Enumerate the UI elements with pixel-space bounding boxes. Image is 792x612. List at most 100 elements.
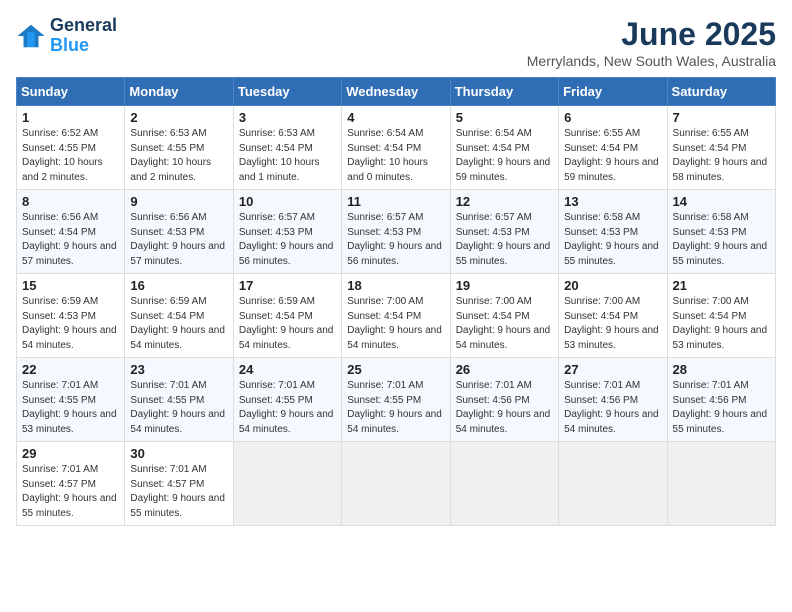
logo-line2: Blue xyxy=(50,36,117,56)
day-info: Sunrise: 7:01 AM Sunset: 4:55 PM Dayligh… xyxy=(22,379,119,437)
table-row: 18 Sunrise: 7:00 AM Sunset: 4:54 PM Dayl… xyxy=(342,274,450,358)
day-info: Sunrise: 7:01 AM Sunset: 4:56 PM Dayligh… xyxy=(673,379,770,437)
table-row: 28 Sunrise: 7:01 AM Sunset: 4:56 PM Dayl… xyxy=(667,358,775,442)
day-number: 22 xyxy=(22,362,119,377)
day-number: 2 xyxy=(130,110,227,125)
day-number: 16 xyxy=(130,278,227,293)
col-thursday: Thursday xyxy=(450,78,558,106)
day-info: Sunrise: 6:54 AM Sunset: 4:54 PM Dayligh… xyxy=(456,127,553,185)
day-number: 5 xyxy=(456,110,553,125)
day-info: Sunrise: 6:57 AM Sunset: 4:53 PM Dayligh… xyxy=(347,211,444,269)
col-tuesday: Tuesday xyxy=(233,78,341,106)
day-number: 15 xyxy=(22,278,119,293)
table-row: 23 Sunrise: 7:01 AM Sunset: 4:55 PM Dayl… xyxy=(125,358,233,442)
table-row: 9 Sunrise: 6:56 AM Sunset: 4:53 PM Dayli… xyxy=(125,190,233,274)
day-number: 17 xyxy=(239,278,336,293)
calendar-week-row: 29 Sunrise: 7:01 AM Sunset: 4:57 PM Dayl… xyxy=(17,442,776,526)
table-row xyxy=(233,442,341,526)
day-info: Sunrise: 6:56 AM Sunset: 4:53 PM Dayligh… xyxy=(130,211,227,269)
table-row: 4 Sunrise: 6:54 AM Sunset: 4:54 PM Dayli… xyxy=(342,106,450,190)
table-row: 3 Sunrise: 6:53 AM Sunset: 4:54 PM Dayli… xyxy=(233,106,341,190)
table-row xyxy=(667,442,775,526)
table-row: 8 Sunrise: 6:56 AM Sunset: 4:54 PM Dayli… xyxy=(17,190,125,274)
day-number: 12 xyxy=(456,194,553,209)
day-number: 18 xyxy=(347,278,444,293)
table-row xyxy=(559,442,667,526)
day-info: Sunrise: 6:55 AM Sunset: 4:54 PM Dayligh… xyxy=(564,127,661,185)
table-row: 20 Sunrise: 7:00 AM Sunset: 4:54 PM Dayl… xyxy=(559,274,667,358)
day-number: 23 xyxy=(130,362,227,377)
day-info: Sunrise: 6:53 AM Sunset: 4:55 PM Dayligh… xyxy=(130,127,227,185)
calendar-week-row: 22 Sunrise: 7:01 AM Sunset: 4:55 PM Dayl… xyxy=(17,358,776,442)
day-info: Sunrise: 6:54 AM Sunset: 4:54 PM Dayligh… xyxy=(347,127,444,185)
day-info: Sunrise: 7:01 AM Sunset: 4:57 PM Dayligh… xyxy=(130,463,227,521)
day-number: 10 xyxy=(239,194,336,209)
day-number: 25 xyxy=(347,362,444,377)
day-info: Sunrise: 7:00 AM Sunset: 4:54 PM Dayligh… xyxy=(347,295,444,353)
table-row: 26 Sunrise: 7:01 AM Sunset: 4:56 PM Dayl… xyxy=(450,358,558,442)
table-row: 17 Sunrise: 6:59 AM Sunset: 4:54 PM Dayl… xyxy=(233,274,341,358)
calendar-table: Sunday Monday Tuesday Wednesday Thursday… xyxy=(16,77,776,526)
day-info: Sunrise: 7:00 AM Sunset: 4:54 PM Dayligh… xyxy=(564,295,661,353)
day-number: 3 xyxy=(239,110,336,125)
calendar-week-row: 8 Sunrise: 6:56 AM Sunset: 4:54 PM Dayli… xyxy=(17,190,776,274)
day-number: 29 xyxy=(22,446,119,461)
day-number: 4 xyxy=(347,110,444,125)
table-row xyxy=(450,442,558,526)
table-row: 14 Sunrise: 6:58 AM Sunset: 4:53 PM Dayl… xyxy=(667,190,775,274)
table-row: 30 Sunrise: 7:01 AM Sunset: 4:57 PM Dayl… xyxy=(125,442,233,526)
location-subtitle: Merrylands, New South Wales, Australia xyxy=(527,53,776,69)
day-number: 13 xyxy=(564,194,661,209)
day-info: Sunrise: 7:00 AM Sunset: 4:54 PM Dayligh… xyxy=(456,295,553,353)
table-row: 24 Sunrise: 7:01 AM Sunset: 4:55 PM Dayl… xyxy=(233,358,341,442)
day-number: 27 xyxy=(564,362,661,377)
calendar-header-row: Sunday Monday Tuesday Wednesday Thursday… xyxy=(17,78,776,106)
col-wednesday: Wednesday xyxy=(342,78,450,106)
day-info: Sunrise: 7:01 AM Sunset: 4:57 PM Dayligh… xyxy=(22,463,119,521)
table-row: 12 Sunrise: 6:57 AM Sunset: 4:53 PM Dayl… xyxy=(450,190,558,274)
calendar-week-row: 1 Sunrise: 6:52 AM Sunset: 4:55 PM Dayli… xyxy=(17,106,776,190)
day-number: 14 xyxy=(673,194,770,209)
table-row xyxy=(342,442,450,526)
day-info: Sunrise: 7:01 AM Sunset: 4:55 PM Dayligh… xyxy=(239,379,336,437)
day-info: Sunrise: 6:57 AM Sunset: 4:53 PM Dayligh… xyxy=(239,211,336,269)
table-row: 29 Sunrise: 7:01 AM Sunset: 4:57 PM Dayl… xyxy=(17,442,125,526)
day-number: 7 xyxy=(673,110,770,125)
table-row: 5 Sunrise: 6:54 AM Sunset: 4:54 PM Dayli… xyxy=(450,106,558,190)
day-number: 21 xyxy=(673,278,770,293)
day-info: Sunrise: 6:56 AM Sunset: 4:54 PM Dayligh… xyxy=(22,211,119,269)
day-number: 1 xyxy=(22,110,119,125)
table-row: 10 Sunrise: 6:57 AM Sunset: 4:53 PM Dayl… xyxy=(233,190,341,274)
day-number: 30 xyxy=(130,446,227,461)
col-sunday: Sunday xyxy=(17,78,125,106)
table-row: 22 Sunrise: 7:01 AM Sunset: 4:55 PM Dayl… xyxy=(17,358,125,442)
col-monday: Monday xyxy=(125,78,233,106)
day-info: Sunrise: 6:55 AM Sunset: 4:54 PM Dayligh… xyxy=(673,127,770,185)
day-info: Sunrise: 7:01 AM Sunset: 4:56 PM Dayligh… xyxy=(564,379,661,437)
day-info: Sunrise: 6:58 AM Sunset: 4:53 PM Dayligh… xyxy=(673,211,770,269)
title-block: June 2025 Merrylands, New South Wales, A… xyxy=(527,16,776,69)
table-row: 16 Sunrise: 6:59 AM Sunset: 4:54 PM Dayl… xyxy=(125,274,233,358)
day-info: Sunrise: 7:01 AM Sunset: 4:56 PM Dayligh… xyxy=(456,379,553,437)
table-row: 13 Sunrise: 6:58 AM Sunset: 4:53 PM Dayl… xyxy=(559,190,667,274)
table-row: 27 Sunrise: 7:01 AM Sunset: 4:56 PM Dayl… xyxy=(559,358,667,442)
header: General Blue June 2025 Merrylands, New S… xyxy=(16,16,776,69)
day-info: Sunrise: 6:58 AM Sunset: 4:53 PM Dayligh… xyxy=(564,211,661,269)
calendar-week-row: 15 Sunrise: 6:59 AM Sunset: 4:53 PM Dayl… xyxy=(17,274,776,358)
day-info: Sunrise: 6:59 AM Sunset: 4:53 PM Dayligh… xyxy=(22,295,119,353)
day-number: 19 xyxy=(456,278,553,293)
day-info: Sunrise: 6:52 AM Sunset: 4:55 PM Dayligh… xyxy=(22,127,119,185)
day-info: Sunrise: 7:01 AM Sunset: 4:55 PM Dayligh… xyxy=(347,379,444,437)
month-title: June 2025 xyxy=(527,16,776,53)
day-info: Sunrise: 6:53 AM Sunset: 4:54 PM Dayligh… xyxy=(239,127,336,185)
day-number: 11 xyxy=(347,194,444,209)
table-row: 2 Sunrise: 6:53 AM Sunset: 4:55 PM Dayli… xyxy=(125,106,233,190)
day-info: Sunrise: 6:57 AM Sunset: 4:53 PM Dayligh… xyxy=(456,211,553,269)
logo-line1: General xyxy=(50,16,117,36)
col-saturday: Saturday xyxy=(667,78,775,106)
day-info: Sunrise: 6:59 AM Sunset: 4:54 PM Dayligh… xyxy=(130,295,227,353)
logo-icon xyxy=(16,21,46,51)
table-row: 25 Sunrise: 7:01 AM Sunset: 4:55 PM Dayl… xyxy=(342,358,450,442)
day-number: 8 xyxy=(22,194,119,209)
table-row: 19 Sunrise: 7:00 AM Sunset: 4:54 PM Dayl… xyxy=(450,274,558,358)
